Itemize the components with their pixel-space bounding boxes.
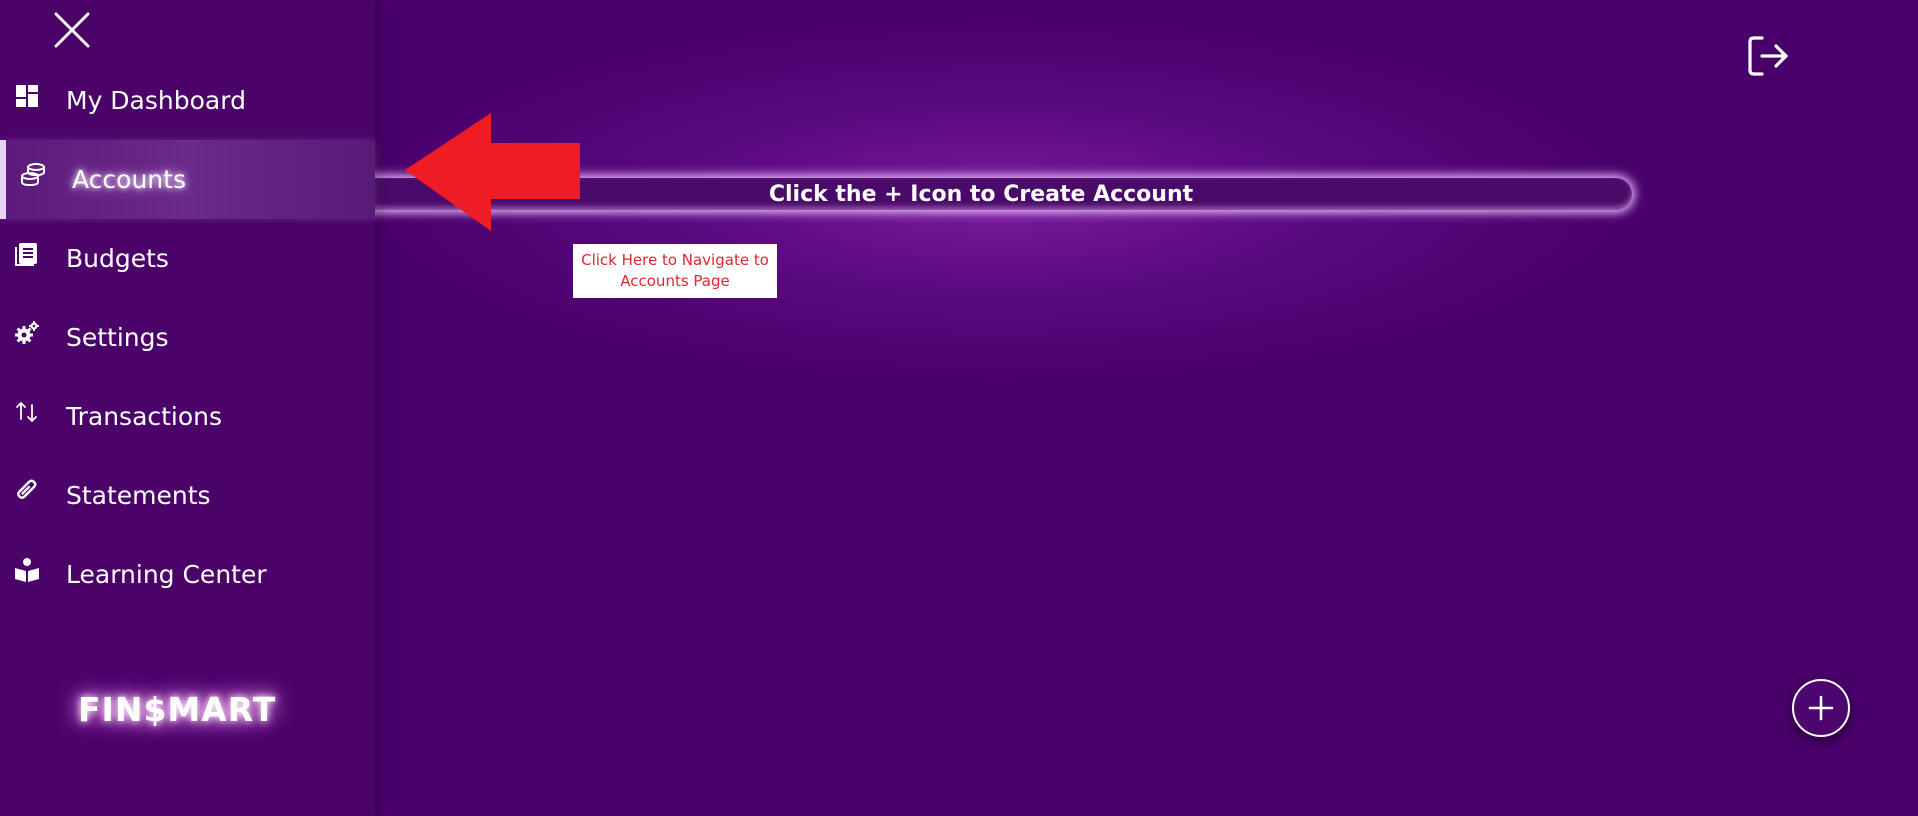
sidebar-item-budgets[interactable]: Budgets [0, 219, 375, 298]
sidebar-item-statements[interactable]: Statements [0, 456, 375, 535]
paperclip-icon [17, 479, 37, 499]
logout-button[interactable] [1744, 32, 1792, 80]
close-icon [54, 12, 90, 48]
gears-icon [15, 321, 39, 344]
sidebar-item-label: Statements [66, 481, 211, 510]
sidebar-item-transactions[interactable]: Transactions [0, 377, 375, 456]
add-account-button[interactable] [1792, 679, 1850, 737]
sidebar-item-settings[interactable]: Settings [0, 298, 375, 377]
sidebar-item-label: Budgets [66, 244, 169, 273]
sidebar-item-my-dashboard[interactable]: My Dashboard [0, 61, 375, 140]
plus-icon [1808, 695, 1834, 721]
app-root: s Click the + Icon to Create Account Cli… [0, 0, 1918, 816]
annotation-arrow-icon [405, 113, 580, 231]
sidebar-item-label: Settings [66, 323, 169, 352]
close-sidebar-button[interactable] [52, 10, 92, 50]
sidebar-item-label: My Dashboard [66, 86, 246, 115]
finsmart-logo: FIN$MART [78, 690, 277, 729]
sidebar: My Dashboard Accounts Budgets Settings T… [0, 0, 375, 816]
sidebar-item-label: Learning Center [66, 560, 267, 589]
ledger-icon [15, 243, 37, 266]
reader-icon [15, 558, 39, 582]
dashboard-icon [16, 85, 38, 107]
sidebar-item-learning-center[interactable]: Learning Center [0, 535, 375, 614]
sidebar-item-label: Accounts [72, 165, 186, 194]
sidebar-item-accounts[interactable]: Accounts [0, 140, 375, 219]
transfer-arrows-icon [16, 402, 37, 422]
coins-icon [21, 163, 45, 187]
sidebar-nav: My Dashboard Accounts Budgets Settings T… [0, 61, 375, 614]
tooltip-callout: Click Here to Navigate to Accounts Page [573, 244, 777, 298]
logout-icon [1748, 36, 1788, 76]
tooltip-callout-text: Click Here to Navigate to Accounts Page [581, 251, 769, 290]
info-banner-text: Click the + Icon to Create Account [768, 181, 1194, 207]
sidebar-item-label: Transactions [66, 402, 223, 431]
